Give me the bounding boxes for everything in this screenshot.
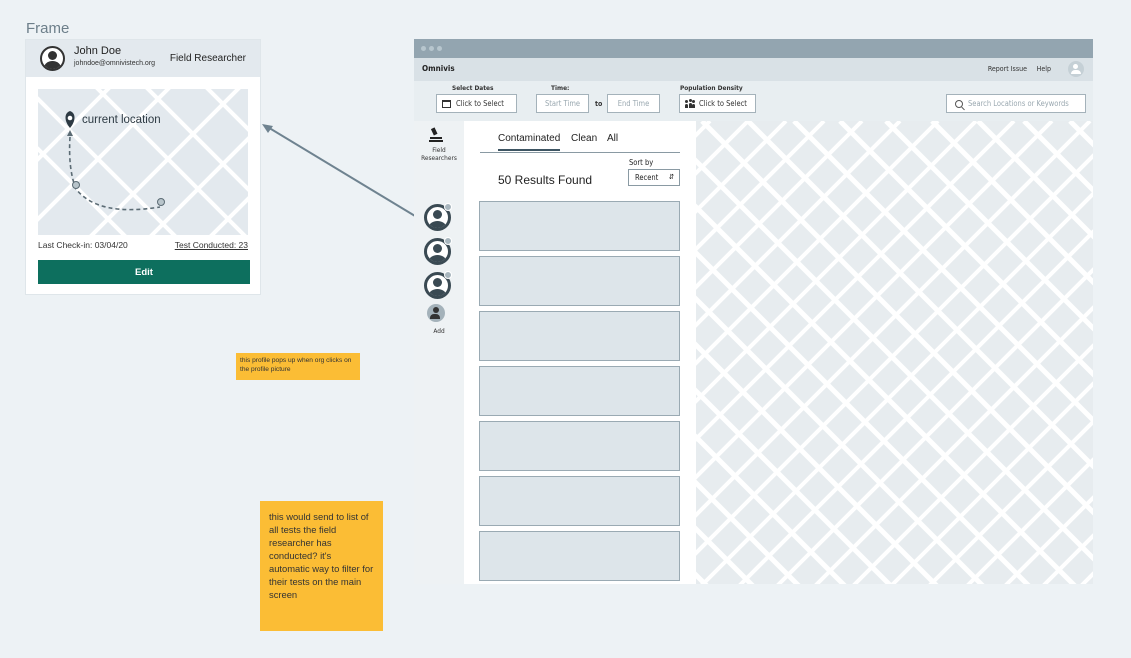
results-panel: Contaminated Clean All 50 Results Found …	[464, 121, 696, 584]
result-card[interactable]	[479, 311, 680, 361]
profile-avatar[interactable]	[40, 46, 65, 71]
app-window: Omnivis Report Issue Help Select Dates C…	[414, 39, 1093, 584]
tests-conducted-link[interactable]: Test Conducted: 23	[175, 240, 248, 250]
help-link[interactable]: Help	[1037, 65, 1051, 73]
sort-chevron-icon: ⇵	[668, 173, 674, 181]
start-time-input[interactable]: Start Time	[536, 94, 589, 113]
results-count: 50 Results Found	[498, 173, 593, 187]
sort-by-label: Sort by	[629, 158, 654, 167]
window-dot-maximize[interactable]	[437, 46, 442, 51]
add-researcher-icon[interactable]	[427, 304, 445, 322]
search-input[interactable]: Search Locations or Keywords	[946, 94, 1086, 113]
map-streets	[38, 89, 248, 235]
frame-label: Frame	[26, 20, 70, 37]
sticky-note-profile-popup: this profile pops up when org clicks on …	[236, 353, 360, 380]
avatar-badge-3	[444, 271, 452, 279]
window-dot-close[interactable]	[421, 46, 426, 51]
result-card[interactable]	[479, 201, 680, 251]
add-researcher-label[interactable]: Add	[414, 327, 464, 335]
result-card[interactable]	[479, 256, 680, 306]
profile-email: johndoe@omnivistech.org	[74, 60, 156, 67]
tab-all[interactable]: All	[607, 133, 618, 144]
people-icon	[685, 99, 695, 108]
avatar-badge-1	[444, 203, 452, 211]
population-density-button[interactable]: Click to Select	[679, 94, 756, 113]
sort-select[interactable]: Recent ⇵	[628, 169, 680, 186]
end-time-input[interactable]: End Time	[607, 94, 660, 113]
profile-role: Field Researcher	[169, 53, 246, 64]
current-location-label: current location	[82, 114, 161, 126]
result-card[interactable]	[479, 476, 680, 526]
microscope-icon[interactable]	[428, 127, 444, 143]
population-density-value: Click to Select	[699, 99, 747, 108]
result-card[interactable]	[479, 421, 680, 471]
profile-location-map: current location	[38, 89, 248, 235]
tab-divider	[480, 152, 680, 153]
select-dates-value: Click to Select	[456, 99, 504, 108]
user-account-icon[interactable]	[1068, 61, 1084, 77]
profile-header: John Doe johndoe@omnivistech.org Field R…	[26, 40, 260, 77]
calendar-icon	[442, 99, 451, 108]
sort-value: Recent	[635, 173, 659, 182]
result-card[interactable]	[479, 366, 680, 416]
main-map[interactable]	[696, 121, 1093, 584]
search-icon	[955, 99, 963, 108]
edit-button[interactable]: Edit	[38, 260, 250, 284]
select-dates-label: Select Dates	[452, 84, 494, 92]
field-researchers-label[interactable]: Field Researchers	[414, 146, 464, 162]
tab-clean[interactable]: Clean	[571, 133, 597, 144]
window-titlebar	[414, 39, 1093, 58]
profile-popup: John Doe johndoe@omnivistech.org Field R…	[26, 40, 260, 294]
report-issue-link[interactable]: Report Issue	[988, 65, 1027, 73]
filter-bar: Select Dates Click to Select Time: Start…	[414, 81, 1093, 121]
time-to-label: to	[595, 100, 603, 108]
search-placeholder: Search Locations or Keywords	[968, 99, 1069, 108]
main-map-streets	[696, 121, 1093, 584]
top-navbar: Omnivis Report Issue Help	[414, 58, 1093, 81]
tab-contaminated[interactable]: Contaminated	[498, 133, 560, 144]
population-density-label: Population Density	[680, 84, 743, 92]
sticky-note-tests-link: this would send to list of all tests the…	[260, 501, 383, 631]
sidebar: Field Researchers Add	[414, 121, 464, 584]
app-brand[interactable]: Omnivis	[422, 64, 455, 73]
result-card[interactable]	[479, 531, 680, 581]
last-checkin: Last Check-in: 03/04/20	[38, 240, 128, 250]
select-dates-button[interactable]: Click to Select	[436, 94, 517, 113]
time-label: Time:	[551, 84, 570, 92]
active-tab-indicator	[498, 149, 560, 151]
avatar-badge-2	[444, 237, 452, 245]
profile-name: John Doe	[74, 45, 122, 57]
window-dot-minimize[interactable]	[429, 46, 434, 51]
